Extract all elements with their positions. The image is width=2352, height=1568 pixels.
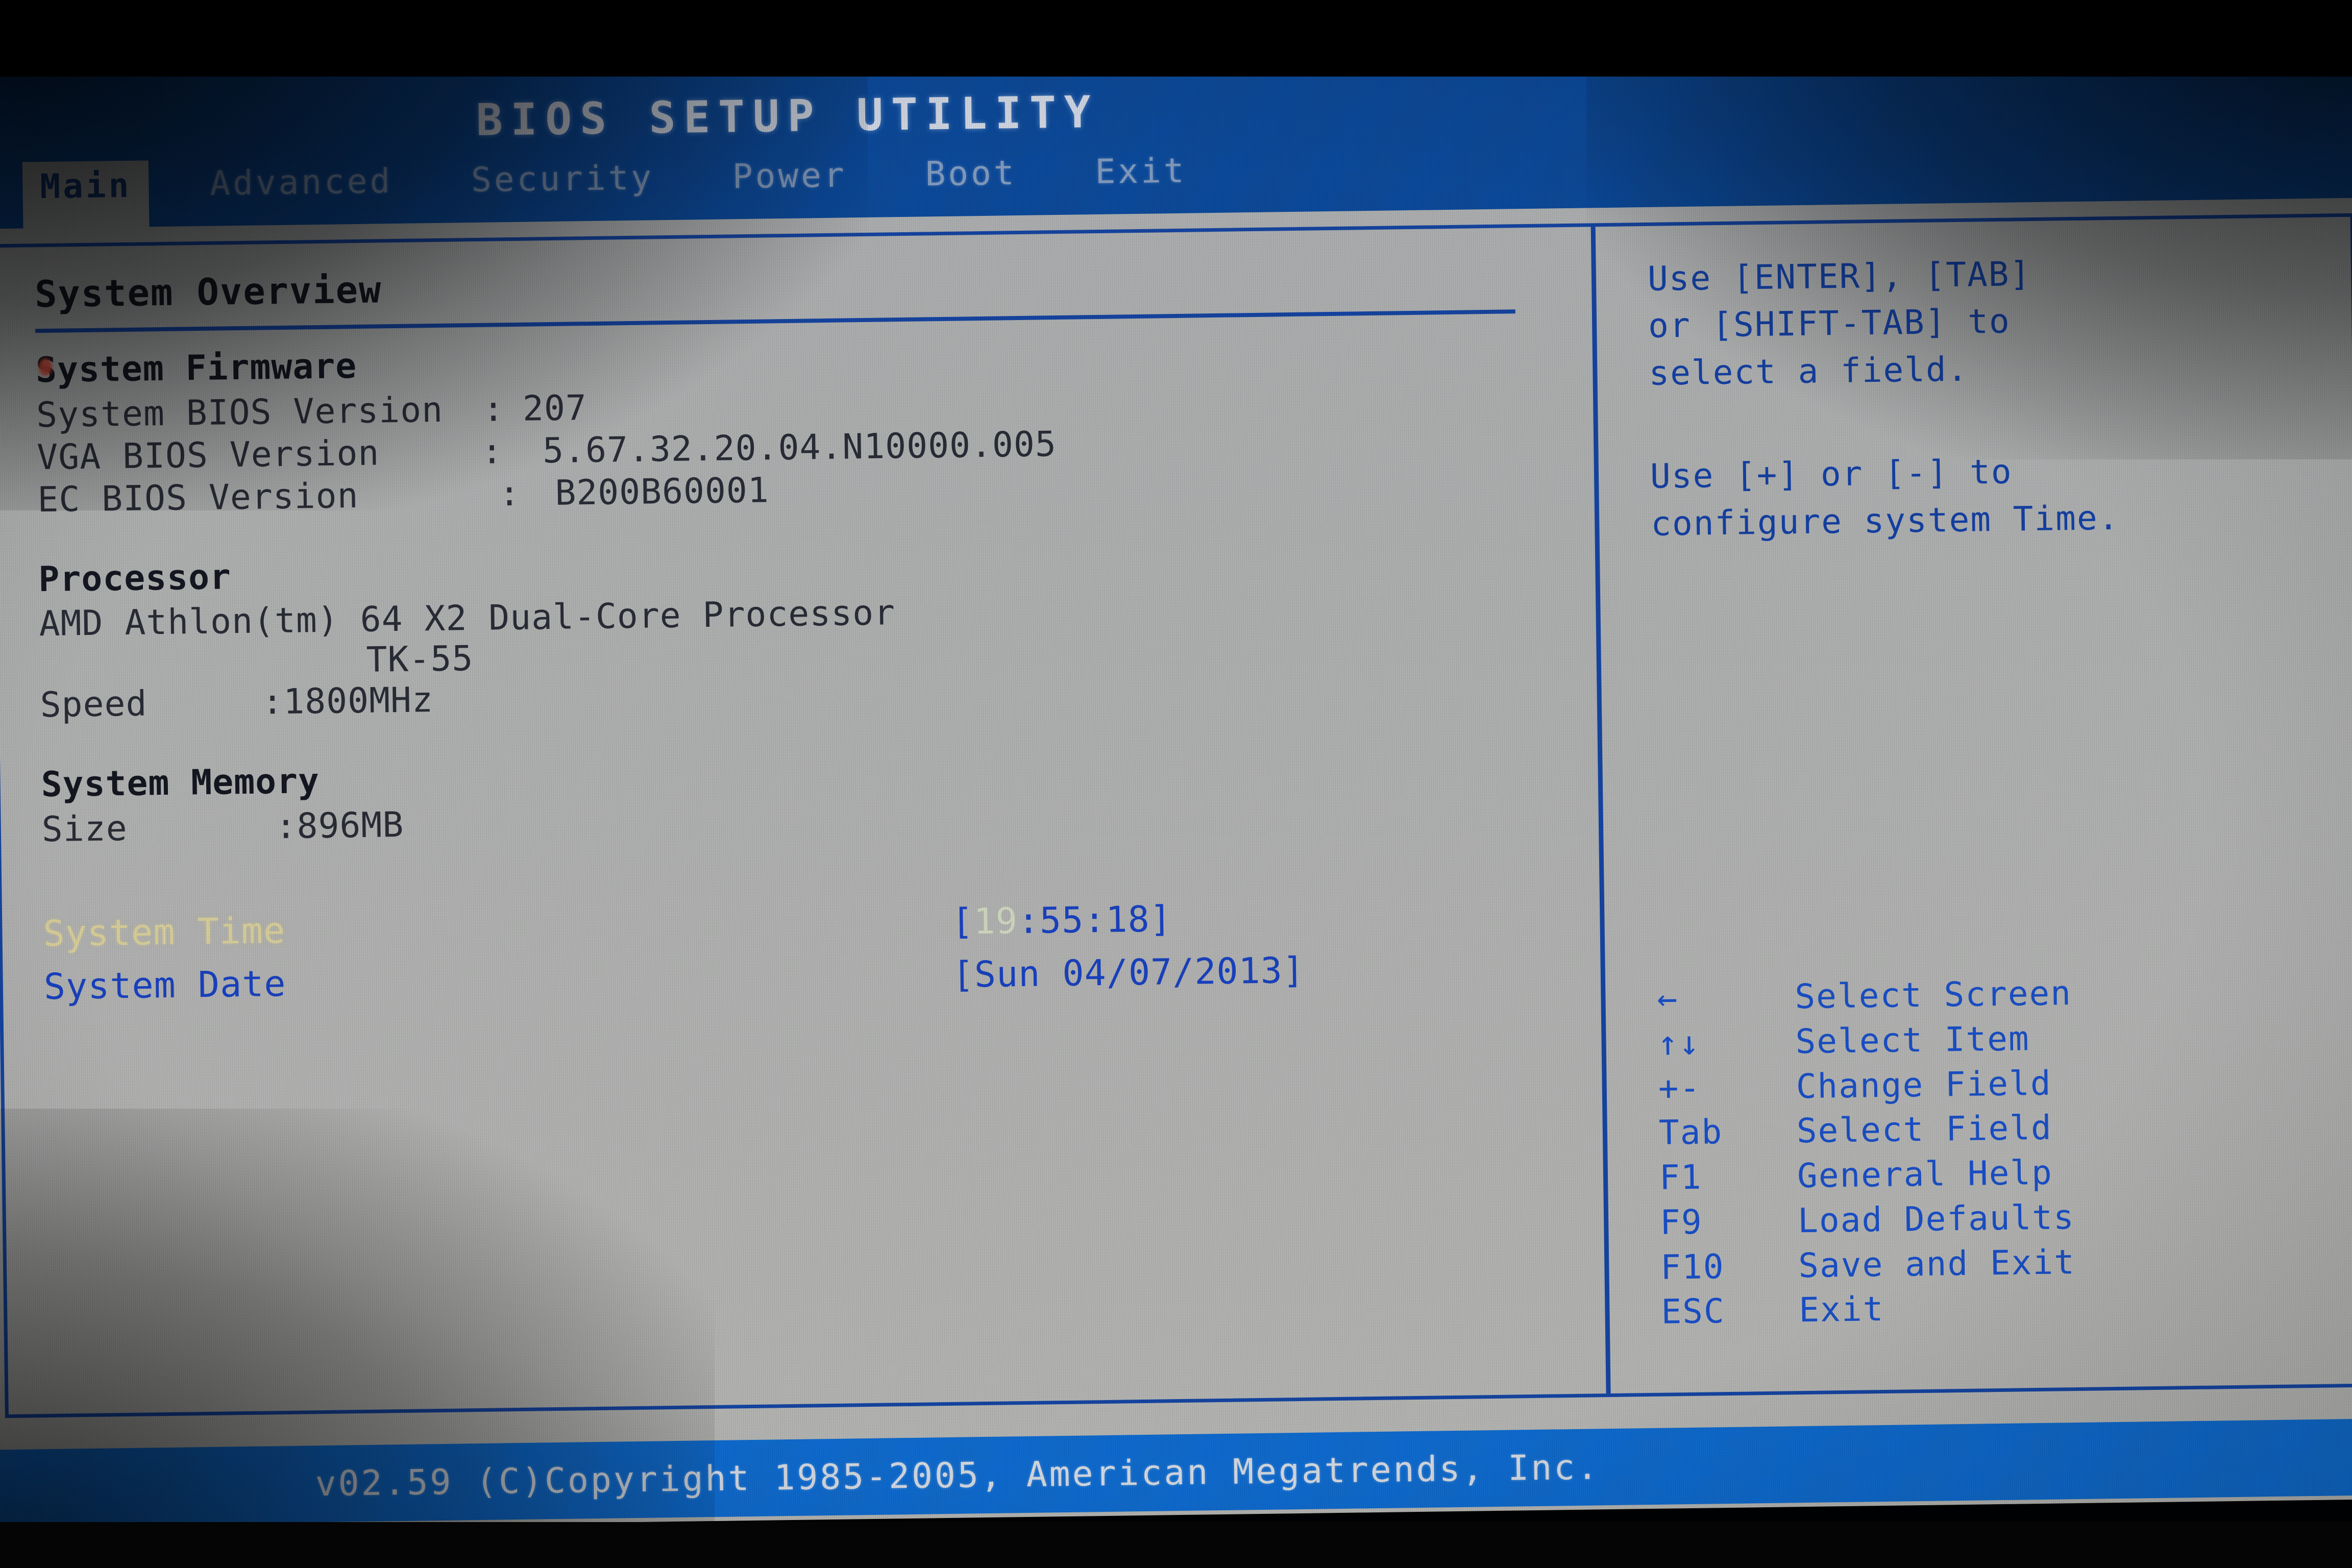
title-divider: [35, 309, 1515, 333]
sep-ec-bios-version: :: [498, 473, 521, 514]
help-line-1: Use [ENTER], [TAB]: [1647, 254, 2031, 299]
value-processor-speed: :1800MHz: [261, 679, 434, 723]
label-processor-speed: Speed: [40, 683, 148, 726]
help-gap: [1649, 388, 2333, 454]
key-legend: ← Select Screen ↑↓ Select Item +- Change…: [1657, 971, 2076, 1335]
tab-main[interactable]: Main: [22, 160, 150, 244]
key-legend-row-load-defaults: F9 Load Defaults: [1660, 1195, 2075, 1245]
label-system-time: System Time: [43, 909, 286, 954]
footer-band: v02.59 (C)Copyright 1985-2005, American …: [0, 1418, 2352, 1527]
bios-screen-photo: BIOS SETUP UTILITY Main Advanced Securit…: [0, 0, 2352, 1568]
key-desc-general-help: General Help: [1797, 1153, 2053, 1196]
key-desc-save-and-exit: Save and Exit: [1798, 1242, 2076, 1285]
key-legend-row-change-field: +- Change Field: [1658, 1061, 2073, 1111]
tab-security[interactable]: Security: [454, 154, 672, 200]
copyright-text: v02.59 (C)Copyright 1985-2005, American …: [315, 1447, 1600, 1504]
label-system-bios-version: System BIOS Version: [36, 389, 444, 436]
value-system-bios-version: 207: [522, 388, 587, 429]
key-desc-exit: Exit: [1799, 1289, 1884, 1330]
key-legend-row-select-field: Tab Select Field: [1658, 1105, 2074, 1155]
plus-minus-icon: +-: [1658, 1068, 1701, 1108]
label-system-date: System Date: [43, 962, 287, 1008]
help-line-3: select a field.: [1648, 349, 1969, 393]
tab-boot[interactable]: Boot: [908, 149, 1034, 194]
help-pane: Use [ENTER], [TAB] or [SHIFT-TAB] to sel…: [1606, 217, 2352, 1393]
key-legend-row-save-and-exit: F10 Save and Exit: [1660, 1240, 2076, 1290]
key-esc: ESC: [1661, 1291, 1726, 1332]
stuck-pixel-artifact: [38, 358, 53, 376]
key-legend-row-exit: ESC Exit: [1661, 1284, 2076, 1334]
tab-exit[interactable]: Exit: [1077, 146, 1204, 191]
sep-vga-bios-version: :: [481, 431, 503, 472]
lcd-panel: BIOS SETUP UTILITY Main Advanced Securit…: [0, 44, 2352, 1531]
up-down-arrow-icon: ↑↓: [1657, 1023, 1701, 1063]
section-title-system-overview: System Overview: [34, 268, 382, 316]
content-frame: System Overview System Firmware System B…: [0, 213, 2352, 1418]
system-time-hour-cursor[interactable]: 19: [973, 900, 1018, 942]
tab-advanced[interactable]: Advanced: [192, 157, 410, 204]
tab-power[interactable]: Power: [715, 151, 864, 197]
key-f9: F9: [1659, 1202, 1703, 1242]
key-legend-row-select-item: ↑↓ Select Item: [1657, 1016, 2073, 1066]
key-tab: Tab: [1658, 1112, 1723, 1153]
sep-system-bios-version: :: [482, 389, 505, 430]
label-memory-size: Size: [41, 808, 128, 850]
value-memory-size: :896MB: [275, 804, 404, 847]
key-f1: F1: [1659, 1157, 1703, 1197]
key-desc-select-field: Select Field: [1796, 1108, 2053, 1151]
value-ec-bios-version: B200B60001: [554, 470, 770, 513]
key-desc-select-screen: Select Screen: [1794, 973, 2072, 1017]
label-ec-bios-version: EC BIOS Version: [37, 475, 359, 521]
key-desc-load-defaults: Load Defaults: [1797, 1197, 2075, 1241]
key-desc-change-field: Change Field: [1796, 1063, 2052, 1106]
left-arrow-icon: ←: [1656, 978, 1679, 1018]
page-title: BIOS SETUP UTILITY: [476, 86, 1099, 146]
help-line-2: or [SHIFT-TAB] to: [1648, 301, 2011, 346]
value-system-date[interactable]: [Sun 04/07/2013]: [952, 949, 1305, 996]
help-line-5: configure system Time.: [1650, 498, 2120, 544]
system-overview-pane: System Overview System Firmware System B…: [0, 227, 1601, 1414]
key-f10: F10: [1660, 1246, 1725, 1287]
label-vga-bios-version: VGA BIOS Version: [36, 433, 380, 478]
help-line-4: Use [+] or [-] to: [1650, 452, 2013, 497]
key-legend-row-general-help: F1 General Help: [1659, 1150, 2075, 1200]
photo-bezel-bottom: [0, 1522, 2352, 1568]
system-time-bracket-open: [: [951, 900, 974, 943]
system-time-rest: :55:18]: [1017, 897, 1172, 942]
value-vga-bios-version: 5.67.32.20.04.N10000.005: [542, 424, 1057, 472]
key-legend-row-select-screen: ← Select Screen: [1657, 971, 2072, 1021]
value-system-time[interactable]: [19:55:18]: [951, 898, 1172, 943]
key-desc-select-item: Select Item: [1795, 1018, 2030, 1061]
